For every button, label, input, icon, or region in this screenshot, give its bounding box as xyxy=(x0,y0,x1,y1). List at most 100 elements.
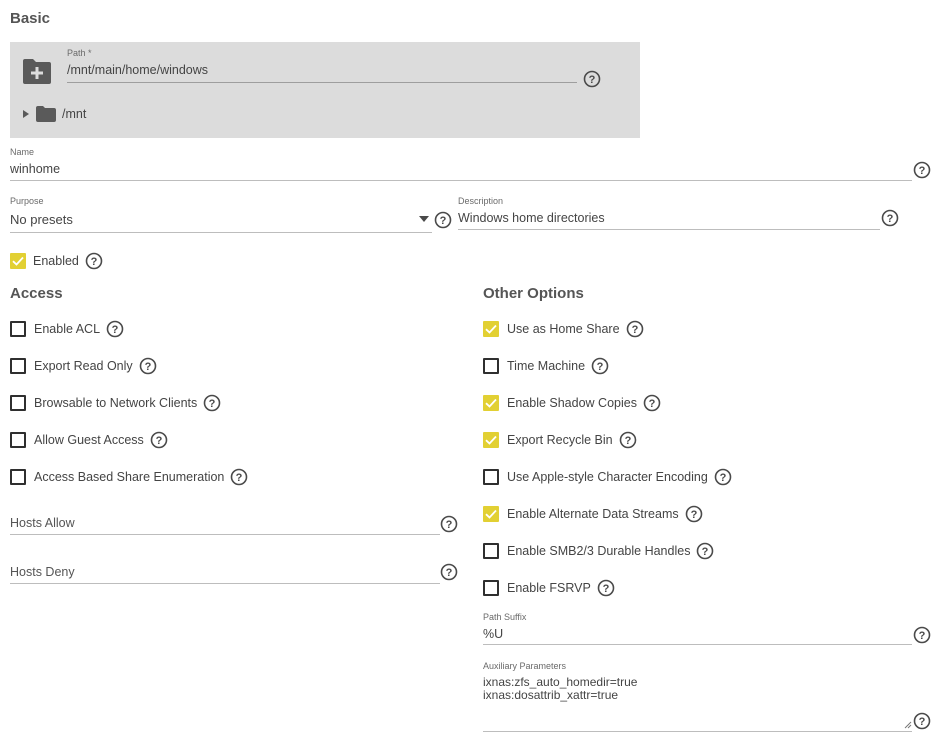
checkbox-box[interactable] xyxy=(483,321,499,337)
svg-text:?: ? xyxy=(649,398,656,410)
name-input[interactable]: winhome xyxy=(10,162,60,176)
path-suffix-input[interactable]: %U xyxy=(483,627,503,641)
help-icon[interactable]: ? xyxy=(913,161,931,184)
svg-text:?: ? xyxy=(440,215,447,227)
hosts-deny-input[interactable]: Hosts Deny xyxy=(10,565,75,579)
other-option-checkbox[interactable]: Enable Alternate Data Streams? xyxy=(483,505,703,523)
path-label: Path * xyxy=(67,48,92,58)
checkbox-label: Export Read Only xyxy=(34,359,133,373)
checkbox-box[interactable] xyxy=(10,395,26,411)
checkbox-box[interactable] xyxy=(483,358,499,374)
help-icon[interactable]: ? xyxy=(626,320,644,338)
hosts-allow-underline xyxy=(10,534,440,535)
description-underline xyxy=(458,229,880,230)
help-icon[interactable]: ? xyxy=(913,626,931,649)
other-option-checkbox[interactable]: Enable SMB2/3 Durable Handles? xyxy=(483,542,714,560)
help-icon[interactable]: ? xyxy=(434,211,452,234)
checkbox-box[interactable] xyxy=(483,580,499,596)
checkbox-box[interactable] xyxy=(10,358,26,374)
help-icon[interactable]: ? xyxy=(139,357,157,375)
checkbox-label: Enable Shadow Copies xyxy=(507,396,637,410)
help-icon[interactable]: ? xyxy=(203,394,221,412)
enabled-label: Enabled xyxy=(33,254,79,268)
checkbox-box[interactable] xyxy=(483,395,499,411)
checkbox-box[interactable] xyxy=(10,321,26,337)
checkbox-label: Export Recycle Bin xyxy=(507,433,613,447)
svg-text:?: ? xyxy=(446,519,453,531)
auxiliary-parameters-label: Auxiliary Parameters xyxy=(483,661,567,671)
checkbox-box[interactable] xyxy=(483,543,499,559)
access-section-title: Access xyxy=(10,285,63,302)
svg-text:?: ? xyxy=(236,472,243,484)
path-input[interactable]: /mnt/main/home/windows xyxy=(67,63,208,77)
svg-text:?: ? xyxy=(446,567,453,579)
checkbox-box[interactable] xyxy=(483,506,499,522)
checkbox-label: Access Based Share Enumeration xyxy=(34,470,225,484)
checkbox-label: Enable SMB2/3 Durable Handles xyxy=(507,544,691,558)
help-icon[interactable]: ? xyxy=(597,579,615,597)
access-option-checkbox[interactable]: Export Read Only? xyxy=(10,357,157,375)
help-icon[interactable]: ? xyxy=(150,431,168,449)
help-icon[interactable]: ? xyxy=(106,320,124,338)
path-suffix-label: Path Suffix xyxy=(483,612,527,622)
help-icon[interactable]: ? xyxy=(85,252,103,270)
help-icon[interactable]: ? xyxy=(913,712,931,735)
other-option-checkbox[interactable]: Export Recycle Bin? xyxy=(483,431,637,449)
purpose-select[interactable]: No presets xyxy=(10,212,73,227)
other-option-checkbox[interactable]: Enable FSRVP? xyxy=(483,579,615,597)
svg-text:?: ? xyxy=(602,583,609,595)
svg-text:?: ? xyxy=(919,630,926,642)
other-option-checkbox[interactable]: Use Apple-style Character Encoding? xyxy=(483,468,732,486)
other-option-checkbox[interactable]: Use as Home Share? xyxy=(483,320,644,338)
checkmark-icon xyxy=(485,435,497,445)
hosts-allow-input[interactable]: Hosts Allow xyxy=(10,516,75,530)
folder-plus-icon xyxy=(23,59,51,84)
help-icon[interactable]: ? xyxy=(591,357,609,375)
hosts-deny-underline xyxy=(10,583,440,584)
description-input[interactable]: Windows home directories xyxy=(458,211,605,225)
help-icon[interactable]: ? xyxy=(583,70,601,93)
checkmark-icon xyxy=(485,509,497,519)
help-icon[interactable]: ? xyxy=(230,468,248,486)
help-icon[interactable]: ? xyxy=(714,468,732,486)
purpose-underline xyxy=(10,232,432,233)
other-option-checkbox[interactable]: Time Machine? xyxy=(483,357,609,375)
help-icon[interactable]: ? xyxy=(440,515,458,538)
checkbox-box[interactable] xyxy=(10,469,26,485)
checkbox-box[interactable] xyxy=(483,469,499,485)
access-option-checkbox[interactable]: Access Based Share Enumeration? xyxy=(10,468,248,486)
path-suffix-underline xyxy=(483,644,912,645)
checkbox-box[interactable] xyxy=(483,432,499,448)
purpose-label: Purpose xyxy=(10,196,44,206)
access-option-checkbox[interactable]: Allow Guest Access? xyxy=(10,431,168,449)
help-icon[interactable]: ? xyxy=(696,542,714,560)
help-icon[interactable]: ? xyxy=(881,209,899,232)
other-options-section-title: Other Options xyxy=(483,285,584,302)
name-underline xyxy=(10,180,912,181)
help-icon[interactable]: ? xyxy=(643,394,661,412)
dropdown-arrow-icon[interactable] xyxy=(419,216,429,222)
svg-text:?: ? xyxy=(91,256,98,268)
access-option-checkbox[interactable]: Browsable to Network Clients? xyxy=(10,394,221,412)
svg-text:?: ? xyxy=(144,361,151,373)
checkbox-box[interactable] xyxy=(10,253,26,269)
checkbox-box[interactable] xyxy=(10,432,26,448)
help-icon[interactable]: ? xyxy=(685,505,703,523)
expand-arrow-icon[interactable] xyxy=(22,109,30,119)
access-option-checkbox[interactable]: Enable ACL? xyxy=(10,320,124,338)
resize-handle-icon[interactable] xyxy=(904,721,912,729)
help-icon[interactable]: ? xyxy=(619,431,637,449)
svg-text:?: ? xyxy=(719,472,726,484)
other-option-checkbox[interactable]: Enable Shadow Copies? xyxy=(483,394,661,412)
create-folder-button[interactable] xyxy=(21,57,53,85)
checkbox-label: Enable Alternate Data Streams xyxy=(507,507,679,521)
tree-node-mnt[interactable]: /mnt xyxy=(22,104,162,126)
checkmark-icon xyxy=(12,256,24,266)
path-explorer-panel: Path * /mnt/main/home/windows ? /mnt xyxy=(10,42,640,138)
svg-text:?: ? xyxy=(631,324,638,336)
help-icon[interactable]: ? xyxy=(440,563,458,586)
auxiliary-parameters-textarea[interactable]: ixnas:zfs_auto_homedir=true ixnas:dosatt… xyxy=(483,676,908,728)
svg-text:?: ? xyxy=(690,509,697,521)
description-label: Description xyxy=(458,196,504,206)
enabled-checkbox[interactable]: Enabled ? xyxy=(10,252,103,270)
